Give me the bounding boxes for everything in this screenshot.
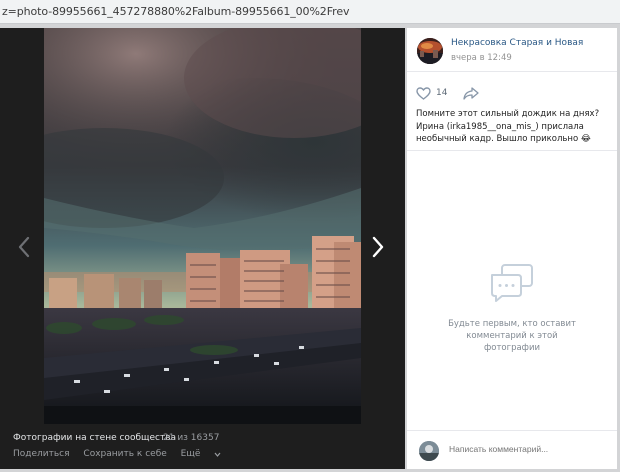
chevron-right-icon	[372, 236, 384, 258]
chevron-down-icon	[214, 452, 221, 457]
user-avatar[interactable]	[419, 441, 439, 461]
author-header: Некрасовка Старая и Новая вчера в 12:49	[407, 28, 617, 72]
photo[interactable]	[44, 28, 361, 424]
album-title-link[interactable]: Фотографии на стене сообщества	[13, 433, 176, 443]
more-button[interactable]: Ещё	[181, 449, 222, 459]
photo-footer: Фотографии на стене сообщества 21 из 163…	[0, 428, 405, 469]
comment-input[interactable]	[449, 444, 560, 454]
photo-actions: Поделиться Сохранить к себе Ещё	[13, 449, 232, 459]
post-side-panel: Некрасовка Старая и Новая вчера в 12:49 …	[407, 28, 617, 469]
comments-bubble-icon	[491, 264, 533, 302]
empty-comments-state: Будьте первым, кто оставит комментарий к…	[407, 263, 617, 354]
community-avatar-image	[417, 38, 443, 64]
divider	[407, 150, 617, 151]
previous-photo-button[interactable]	[16, 236, 32, 258]
save-to-self-link[interactable]: Сохранить к себе	[83, 449, 166, 459]
url-text[interactable]: z=photo-89955661_457278880%2Falbum-89955…	[2, 5, 350, 18]
post-text: Помните этот сильный дождик на днях? Ири…	[416, 109, 600, 144]
album-counter: 21 из 16357	[163, 433, 220, 443]
comment-composer	[407, 430, 617, 469]
like-count: 14	[436, 88, 448, 98]
chevron-left-icon	[18, 236, 30, 258]
empty-comments-text: Будьте первым, кто оставит комментарий к…	[448, 319, 576, 353]
post-actions: 14	[416, 85, 480, 101]
storm-photo-image	[44, 28, 361, 424]
next-photo-button[interactable]	[370, 236, 386, 258]
more-label: Ещё	[180, 449, 201, 459]
heart-icon[interactable]	[416, 86, 431, 100]
photo-viewer: Фотографии на стене сообщества 21 из 163…	[0, 24, 620, 472]
share-arrow-icon[interactable]	[463, 86, 480, 100]
community-name-link[interactable]: Некрасовка Старая и Новая	[451, 38, 583, 48]
address-bar[interactable]: z=photo-89955661_457278880%2Falbum-89955…	[0, 0, 620, 24]
community-avatar[interactable]	[417, 38, 443, 64]
user-avatar-image	[419, 441, 439, 461]
photo-panel: Фотографии на стене сообщества 21 из 163…	[0, 28, 405, 469]
share-link[interactable]: Поделиться	[13, 449, 70, 459]
post-date[interactable]: вчера в 12:49	[451, 53, 512, 63]
